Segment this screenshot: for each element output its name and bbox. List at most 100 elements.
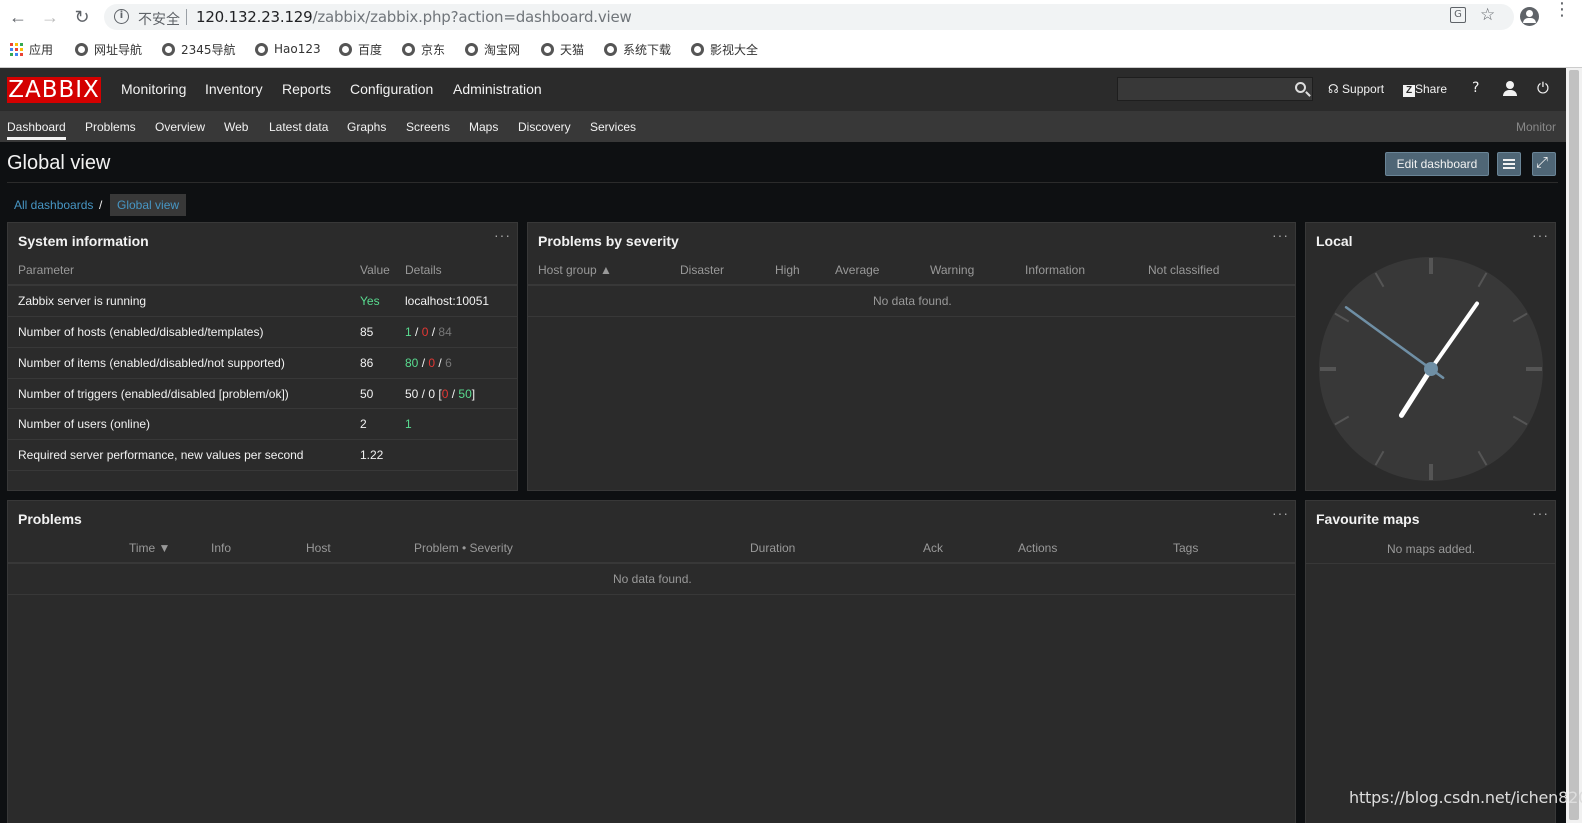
widget-menu-icon[interactable]: ···	[1272, 505, 1289, 521]
column-header-host-group[interactable]: Host group ▲	[538, 263, 612, 277]
title-divider	[7, 182, 1558, 183]
nav-inventory[interactable]: Inventory	[205, 81, 263, 97]
tab-problems[interactable]: Problems	[85, 120, 136, 134]
tab-services[interactable]: Services	[590, 120, 636, 134]
row-divider	[8, 378, 517, 379]
param-cell: Required server performance, new values …	[18, 448, 304, 462]
widget-menu-icon[interactable]: ···	[1532, 505, 1549, 521]
url-path: /zabbix/zabbix.php?action=dashboard.view	[312, 8, 632, 26]
tab-discovery[interactable]: Discovery	[518, 120, 571, 134]
bookmark-label: 系统下载	[623, 42, 672, 57]
sign-out-icon[interactable]: ⏻	[1537, 79, 1549, 97]
column-header-not-classified: Not classified	[1148, 263, 1220, 277]
tab-maps[interactable]: Maps	[469, 120, 498, 134]
column-header-information: Information	[1025, 263, 1086, 277]
system-information-widget: System information ··· Parameter Value D…	[7, 222, 518, 491]
zabbix-logo[interactable]: ZABBIX	[7, 77, 101, 103]
bookmark-item[interactable]: 京东	[402, 40, 445, 58]
share-icon: Z	[1403, 85, 1415, 97]
column-header-time[interactable]: Time ▼	[129, 541, 170, 555]
widget-title: Local	[1316, 233, 1353, 249]
headset-icon: ☊	[1328, 82, 1339, 96]
tab-latest-data[interactable]: Latest data	[269, 120, 328, 134]
edit-dashboard-button[interactable]: Edit dashboard	[1385, 152, 1489, 176]
fullscreen-button[interactable]: ⤢	[1532, 152, 1556, 176]
forward-icon[interactable]: →	[38, 6, 62, 28]
bookmark-item[interactable]: 系统下载	[604, 40, 671, 58]
search-icon[interactable]	[1295, 82, 1306, 93]
widget-menu-icon[interactable]: ···	[1272, 227, 1289, 243]
bookmark-star-icon[interactable]: ☆	[1480, 5, 1495, 25]
page-scrollbar[interactable]	[1566, 68, 1582, 823]
empty-message: No data found.	[613, 572, 692, 586]
row-divider	[8, 439, 517, 440]
chrome-menu-icon[interactable]: ⋮	[1553, 1, 1571, 19]
back-icon[interactable]: ←	[6, 6, 30, 28]
bookmark-item[interactable]: 2345导航	[162, 40, 236, 58]
watermark-text: https://blog.csdn.net/ichen820	[1349, 788, 1582, 807]
param-cell: Number of users (online)	[18, 417, 151, 431]
row-divider	[8, 594, 1295, 595]
breadcrumb-all-dashboards[interactable]: All dashboards	[14, 198, 93, 212]
section-label: Monitor	[1515, 120, 1556, 134]
globe-icon	[604, 42, 617, 56]
widget-title: Problems	[18, 511, 82, 527]
bookmark-item[interactable]: Hao123	[255, 40, 321, 58]
support-link[interactable]: ☊ Support	[1328, 82, 1384, 96]
nav-administration[interactable]: Administration	[453, 81, 542, 97]
widget-title: System information	[18, 233, 149, 249]
bookmark-item[interactable]: 天猫	[541, 40, 584, 58]
tab-graphs[interactable]: Graphs	[347, 120, 386, 134]
tab-overview[interactable]: Overview	[155, 120, 205, 134]
globe-icon	[162, 42, 175, 56]
column-header-info: Info	[211, 541, 232, 555]
translate-icon[interactable]: G	[1450, 7, 1466, 23]
problems-by-severity-widget: Problems by severity ··· Host group ▲ Di…	[527, 222, 1296, 491]
dashboard-actions-button[interactable]	[1497, 152, 1521, 176]
row-divider	[8, 408, 517, 409]
nav-monitoring[interactable]: Monitoring	[121, 81, 186, 97]
profile-icon[interactable]	[1520, 7, 1539, 26]
globe-icon	[691, 42, 704, 56]
tab-screens[interactable]: Screens	[406, 120, 450, 134]
address-bar[interactable]: i 不安全 120.132.23.129/zabbix/zabbix.php?a…	[104, 4, 1514, 30]
bookmark-label: 应用	[29, 42, 54, 57]
bookmark-item[interactable]: 百度	[339, 40, 382, 58]
globe-icon	[402, 42, 415, 56]
header-divider	[8, 562, 1295, 564]
details-cell: 50 / 0 [0 / 50]	[405, 387, 476, 401]
help-icon[interactable]: ?	[1472, 80, 1479, 96]
globe-icon	[255, 42, 268, 56]
bookmark-item[interactable]: 影视大全	[691, 40, 758, 58]
problems-widget: Problems ··· Time ▼ Info Host Problem • …	[7, 500, 1296, 823]
tab-dashboard[interactable]: Dashboard	[7, 120, 66, 140]
info-icon[interactable]: i	[114, 9, 129, 24]
url-text[interactable]: 120.132.23.129/zabbix/zabbix.php?action=…	[196, 8, 632, 26]
bookmark-item[interactable]: 网址导航	[75, 40, 142, 58]
bookmark-label: Hao123	[274, 42, 321, 56]
scrollbar-thumb[interactable]	[1569, 70, 1579, 820]
bookmark-label: 2345导航	[181, 42, 236, 57]
nav-reports[interactable]: Reports	[282, 81, 331, 97]
empty-message: No data found.	[873, 294, 952, 308]
share-link[interactable]: Z Share	[1403, 82, 1447, 97]
reload-icon[interactable]: ↻	[70, 6, 94, 28]
widget-menu-icon[interactable]: ···	[494, 227, 511, 243]
bookmark-label: 百度	[358, 42, 383, 57]
bookmark-label: 网址导航	[94, 42, 143, 57]
value-cell: 85	[360, 325, 374, 339]
clock-center	[1424, 362, 1438, 376]
value-cell: Yes	[360, 294, 380, 308]
bookmark-apps[interactable]: 应用	[10, 40, 53, 58]
breadcrumb-current[interactable]: Global view	[110, 194, 187, 216]
bookmark-label: 淘宝网	[484, 42, 521, 57]
column-header-disaster: Disaster	[680, 263, 725, 277]
widget-menu-icon[interactable]: ···	[1532, 227, 1549, 243]
tab-web[interactable]: Web	[224, 120, 248, 134]
global-search-input[interactable]	[1117, 77, 1313, 101]
bookmark-item[interactable]: 淘宝网	[465, 40, 520, 58]
insecure-label: 不安全	[138, 12, 180, 28]
widget-title: Favourite maps	[1316, 511, 1420, 527]
nav-configuration[interactable]: Configuration	[350, 81, 433, 97]
url-separator	[186, 9, 187, 25]
